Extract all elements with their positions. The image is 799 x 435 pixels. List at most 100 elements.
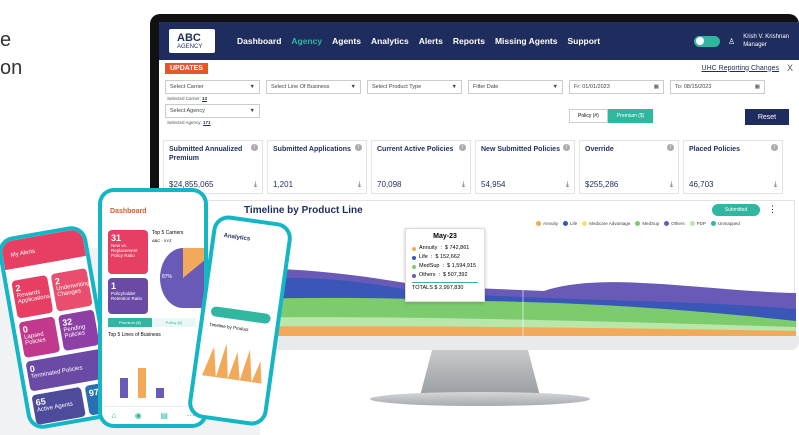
nav-item-alerts[interactable]: Alerts (419, 36, 443, 46)
legend-item[interactable]: Others (664, 221, 685, 226)
filters-panel: Select Carrier ▼ Select Line Of Business ▼… (159, 76, 799, 125)
tile-rewards[interactable]: 2 Rewards Applications (11, 274, 54, 319)
mode-toggle[interactable] (694, 35, 721, 47)
premium-button[interactable]: Premium ($) (607, 109, 654, 123)
marketing-headline: e on (0, 26, 22, 82)
kpi-title: Submitted Annualized Premium (169, 146, 243, 162)
line-of-business-select[interactable]: Select Line Of Business ▼ (266, 80, 361, 94)
updates-bar: UPDATES UHC Reporting Changes X (159, 60, 799, 76)
series-dot (412, 273, 416, 278)
kpi-card[interactable]: New Submitted Policies 54,954 ⤓ i (475, 140, 575, 194)
timeline-legend: Annuity Life Medicare Advantage MedSup Other… (536, 221, 740, 226)
product-type-select[interactable]: Select Product Type ▼ (367, 80, 462, 94)
legend-item[interactable]: Unmapped (710, 221, 740, 226)
tile-underwriting[interactable]: 2 Underwriting Changes (50, 268, 93, 312)
download-icon[interactable]: ⤓ (358, 181, 361, 189)
series-dot (412, 255, 416, 260)
kpi-title: Current Active Policies (377, 146, 454, 153)
kpi-card[interactable]: Placed Policies 46,703 ⤓ i (683, 140, 783, 194)
nav-item-dashboard[interactable]: Dashboard (237, 36, 281, 46)
premium-segment[interactable]: Premium ($) (108, 318, 152, 327)
kpi-card[interactable]: Submitted Annualized Premium $24,855,065 ⤓… (163, 140, 263, 194)
nav-right: ♙ Krish V. Krishnan Manager (694, 33, 789, 49)
top-carriers-title: Top 5 Carriers (152, 230, 184, 236)
chart-icon[interactable]: ▤ (160, 411, 168, 420)
kpi-title: Override (585, 146, 614, 153)
tile-lapsed[interactable]: 0 Lapsed Policies (18, 316, 61, 359)
info-icon[interactable]: i (459, 144, 466, 151)
user-icon: ♙ (728, 36, 736, 46)
tooltip-row: Life: $ 152,662 (412, 253, 478, 262)
reset-button[interactable]: Reset (745, 109, 789, 125)
legend-item[interactable]: PDP (689, 221, 706, 226)
info-icon[interactable]: i (667, 144, 674, 151)
more-options-icon[interactable]: ⋮ (768, 204, 777, 215)
filter-date-select[interactable]: Filter Date ▼ (468, 80, 563, 94)
lob-bar-2 (138, 368, 146, 398)
tile-active-agents[interactable]: 65 Active Agents (31, 386, 86, 426)
nav-item-reports[interactable]: Reports (453, 36, 485, 46)
legend-swatch (536, 221, 541, 226)
chart-tooltip: May-23 Annuity: $ 742,861 Life: $ 152,662… (405, 228, 485, 302)
abc-agency-logo[interactable]: ABC AGENCY (169, 29, 215, 53)
download-icon[interactable]: ⤓ (566, 181, 569, 189)
pie-percent: 87% (162, 274, 173, 280)
lob-bar-3 (156, 388, 164, 398)
close-icon[interactable]: X (787, 63, 793, 73)
submitted-toggle[interactable]: Submitted (712, 204, 760, 216)
nav-item-agents[interactable]: Agents (332, 36, 361, 46)
selected-agency-text: Selected Agency: 171 (167, 120, 211, 125)
legend-item[interactable]: Annuity (536, 221, 558, 226)
nav-item-support[interactable]: Support (567, 36, 600, 46)
monitor-foot (370, 392, 590, 406)
kpi-value: 70,098 (377, 180, 402, 189)
tooltip-row: Others: $ 507,392 (412, 271, 478, 280)
headline-line-1: e (0, 29, 12, 51)
kpi-card[interactable]: Current Active Policies 70,098 ⤓ i (371, 140, 471, 194)
legend-swatch (689, 221, 695, 226)
logo-main-text: ABC (177, 31, 201, 44)
kpi-card[interactable]: Override $255,286 ⤓ i (579, 140, 679, 194)
info-icon[interactable]: i (355, 144, 362, 151)
legend-item[interactable]: Medicare Advantage (582, 221, 630, 226)
kpi-card[interactable]: Submitted Applications 1,201 ⤓ i (267, 140, 367, 194)
tile-ratio[interactable]: 31 New vs. Replacement Policy Ratio (108, 230, 148, 274)
top-navigation: ABC AGENCY Dashboard Agency Agents Analytic… (159, 22, 799, 60)
to-date-input[interactable]: To: 08/15/2023 ▦ (670, 80, 765, 94)
legend-swatch (582, 221, 588, 226)
policy-segment[interactable]: Policy (#) (152, 318, 196, 327)
nav-menu: Dashboard Agency Agents Analytics Alerts Repo… (237, 36, 600, 46)
home-icon[interactable]: ⌂ (111, 411, 116, 420)
users-icon[interactable]: ◉ (135, 411, 142, 420)
user-role: Manager (743, 42, 767, 48)
from-date-input[interactable]: Fr: 01/01/2023 ▦ (569, 80, 664, 94)
policy-button[interactable]: Policy (#) (569, 109, 608, 123)
dashboard-title: Dashboard (110, 208, 147, 215)
legend-swatch (563, 221, 569, 226)
nav-item-missing-agents[interactable]: Missing Agents (495, 36, 558, 46)
carrier-select[interactable]: Select Carrier ▼ (165, 80, 260, 94)
legend-item[interactable]: Life (563, 221, 577, 226)
info-icon[interactable]: i (251, 144, 258, 151)
tile-pending[interactable]: 32 Pending Policies (57, 309, 100, 352)
legend-item[interactable]: MedSup (635, 221, 659, 226)
series-dot (412, 264, 416, 269)
download-icon[interactable]: ⤓ (462, 181, 465, 189)
updates-badge: UPDATES (165, 62, 208, 74)
info-icon[interactable]: i (563, 144, 570, 151)
download-icon[interactable]: ⤓ (670, 181, 673, 189)
download-icon[interactable]: ⤓ (254, 181, 257, 189)
nav-item-agency[interactable]: Agency (291, 36, 322, 46)
tile-retention[interactable]: 1 Policyholder Retention Ratio (108, 278, 148, 314)
info-icon[interactable]: i (771, 144, 778, 151)
chevron-down-icon: ▼ (350, 84, 356, 90)
user-menu[interactable]: Krish V. Krishnan Manager (743, 33, 789, 49)
uhc-reporting-link[interactable]: UHC Reporting Changes (702, 65, 779, 72)
nav-item-analytics[interactable]: Analytics (371, 36, 409, 46)
agency-select[interactable]: Select Agency ▼ (165, 104, 260, 118)
page: e on ABC AGENCY Dashboard Agency Agents Ana… (0, 0, 799, 435)
download-icon[interactable]: ⤓ (774, 181, 777, 189)
chevron-down-icon: ▼ (249, 84, 255, 90)
kpi-value: 1,201 (273, 180, 294, 189)
filter-toggle[interactable] (210, 305, 272, 325)
